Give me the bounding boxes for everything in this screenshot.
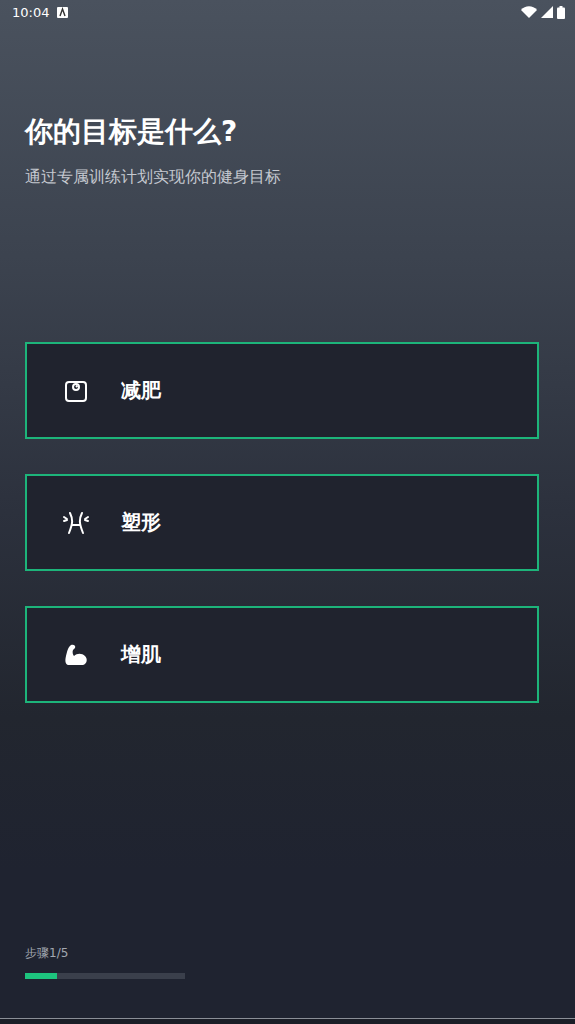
goal-option[interactable]: 塑形 [25,474,539,571]
status-bar: 10:04 [0,0,575,24]
goal-option[interactable]: 增肌 [25,606,539,703]
signal-icon [541,6,553,18]
status-time: 10:04 [12,5,49,20]
goal-screen: 10:04 你的目标是什么? 通过专属训练计划实现你的健身目标减肥塑形增肌步骤1/5 [0,0,575,1024]
wifi-icon [521,6,537,18]
battery-icon [557,6,565,19]
progress-fill [25,973,57,979]
goal-list: 减肥塑形增肌 [0,188,575,703]
step-label: 步骤1/5 [25,945,550,961]
goal-label: 增肌 [121,641,161,668]
goal-label: 塑形 [121,509,161,536]
waist-icon [62,509,90,537]
header: 你的目标是什么? 通过专属训练计划实现你的健身目标 [0,24,575,188]
progress-footer: 步骤1/5 [0,945,575,1018]
navigation-bar [0,1018,575,1024]
goal-label: 减肥 [121,377,161,404]
scale-icon [63,378,89,404]
title: 你的目标是什么? [25,114,550,150]
progress-track [25,973,185,979]
subtitle: 通过专属训练计划实现你的健身目标 [25,166,550,188]
notification-icon [57,7,68,18]
bicep-icon [62,641,90,669]
goal-option[interactable]: 减肥 [25,342,539,439]
